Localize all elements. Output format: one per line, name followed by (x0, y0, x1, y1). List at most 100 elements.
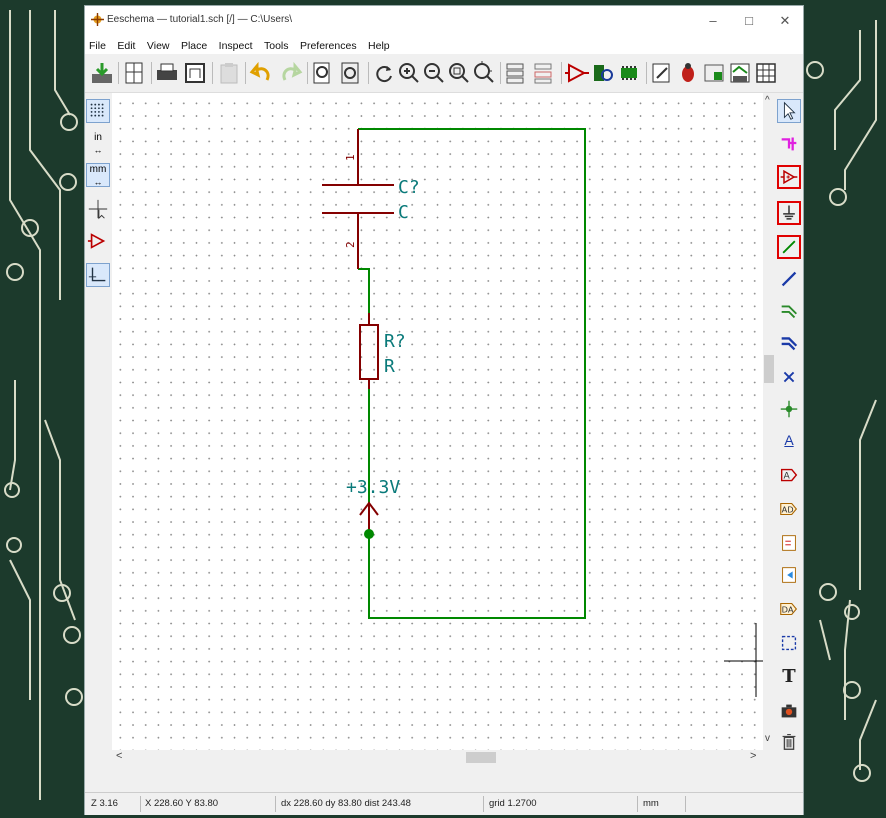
paste-icon[interactable] (216, 60, 242, 86)
window-title: Eeschema — tutorial1.sch [/] — C:\Users\ (107, 14, 293, 25)
wire-cap-res[interactable] (358, 268, 370, 323)
resistor-reference[interactable]: R? (384, 331, 406, 352)
undo-icon[interactable] (249, 60, 275, 86)
capacitor-pin2-number: 2 (344, 241, 357, 248)
add-symbol-icon[interactable] (777, 165, 801, 189)
menu-help[interactable]: Help (368, 37, 390, 55)
import-sheet-pin-icon[interactable] (777, 563, 801, 587)
power-label[interactable]: +3.3V (346, 477, 400, 498)
scroll-left-arrow[interactable]: < (116, 750, 122, 762)
power-symbol[interactable] (359, 501, 379, 533)
menu-tools[interactable]: Tools (264, 37, 289, 55)
no-connect-icon[interactable] (777, 365, 801, 389)
erc-icon[interactable] (675, 60, 701, 86)
zoom-out-icon[interactable] (421, 60, 447, 86)
main-toolbar (85, 54, 803, 93)
highlight-net-icon[interactable] (777, 131, 801, 155)
add-hierarchical-label-icon[interactable]: AD (777, 497, 801, 521)
generate-netlist-icon[interactable] (727, 60, 753, 86)
left-toolbar: in ↔ mm ↔ (85, 93, 111, 783)
capacitor-value[interactable]: C (398, 202, 409, 223)
cursor-shape-icon[interactable] (86, 197, 110, 221)
menu-preferences[interactable]: Preferences (300, 37, 357, 55)
units-mm-button[interactable]: mm ↔ (86, 163, 110, 187)
schematic-drawing: 1 2 C? C R? R +3.3V (322, 128, 763, 697)
add-junction-icon[interactable] (777, 397, 801, 421)
right-toolbar: A A AD DA T (775, 93, 803, 783)
add-bus-icon[interactable] (777, 267, 801, 291)
scroll-right-arrow[interactable]: > (750, 750, 756, 762)
add-text-icon[interactable]: T (777, 665, 801, 689)
print-icon[interactable] (154, 60, 180, 86)
eeschema-window: Eeschema — tutorial1.sch [/] — C:\Users\… (84, 5, 804, 815)
symbol-editor-icon[interactable] (564, 60, 590, 86)
refresh-icon[interactable] (371, 60, 397, 86)
resistor-symbol[interactable] (359, 313, 379, 389)
footprint-editor-icon[interactable] (616, 60, 642, 86)
capacitor-symbol[interactable] (322, 129, 394, 269)
scroll-down-arrow[interactable]: v (765, 733, 770, 744)
menu-inspect[interactable]: Inspect (219, 37, 253, 55)
grid-toggle-icon[interactable] (86, 99, 110, 123)
menu-edit[interactable]: Edit (117, 37, 135, 55)
scroll-up-arrow[interactable]: ^ (765, 95, 770, 106)
zoom-in-icon[interactable] (396, 60, 422, 86)
add-image-icon[interactable] (777, 699, 801, 723)
menu-file[interactable]: File (89, 37, 106, 55)
minimize-button[interactable]: – (697, 10, 729, 32)
capacitor-pin1-number: 1 (344, 154, 357, 161)
capacitor-reference[interactable]: C? (398, 177, 420, 198)
svg-text:A: A (784, 471, 791, 482)
units-inches-label: in (94, 132, 102, 143)
add-graphic-line-icon[interactable] (777, 631, 801, 655)
vertical-scroll-thumb[interactable] (764, 355, 774, 383)
bus-to-bus-entry-icon[interactable] (777, 331, 801, 355)
select-arrow-icon[interactable] (777, 99, 801, 123)
redo-icon[interactable] (277, 60, 303, 86)
horizontal-scroll-thumb[interactable] (466, 752, 496, 763)
leave-sheet-icon[interactable] (531, 60, 557, 86)
zoom-selection-icon[interactable] (471, 60, 497, 86)
find-icon[interactable] (310, 60, 336, 86)
assign-footprints-icon[interactable] (701, 60, 727, 86)
find-replace-icon[interactable] (338, 60, 364, 86)
svg-text:AD: AD (782, 505, 794, 515)
units-mm-label: mm (89, 164, 107, 175)
menu-place[interactable]: Place (181, 37, 207, 55)
wire-to-bus-entry-icon[interactable] (777, 299, 801, 323)
schematic-canvas[interactable]: 1 2 C? C R? R +3.3V (112, 93, 763, 750)
delete-trash-icon[interactable] (777, 729, 801, 753)
hidden-pins-icon[interactable] (86, 229, 110, 253)
maximize-button[interactable]: □ (733, 10, 765, 32)
vertical-scrollbar[interactable]: ^ v (763, 93, 775, 750)
add-wire-icon[interactable] (777, 235, 801, 259)
eeschema-app-icon (91, 13, 104, 26)
status-bar: Z 3.16 X 228.60 Y 83.80 dx 228.60 dy 83.… (85, 792, 803, 815)
hierarchy-navigator-icon[interactable] (503, 60, 529, 86)
plot-icon[interactable] (182, 60, 208, 86)
close-button[interactable]: ✕ (769, 10, 801, 32)
status-cursor-position: X 228.60 Y 83.80 (145, 798, 219, 809)
add-label-icon[interactable]: A (777, 429, 801, 453)
add-sheet-pin-icon[interactable]: DA (777, 597, 801, 621)
title-bar: Eeschema — tutorial1.sch [/] — C:\Users\… (85, 6, 803, 36)
add-power-icon[interactable] (777, 201, 801, 225)
bom-icon[interactable] (753, 60, 779, 86)
zoom-fit-icon[interactable] (446, 60, 472, 86)
symbol-browser-icon[interactable] (590, 60, 616, 86)
line-angle-icon[interactable] (86, 263, 110, 287)
cursor-crosshair (724, 623, 763, 697)
units-inches-button[interactable]: in ↔ (86, 131, 110, 155)
status-delta: dx 228.60 dy 83.80 dist 243.48 (281, 798, 411, 809)
junction-dot (364, 529, 374, 539)
save-icon[interactable] (89, 60, 115, 86)
page-settings-icon[interactable] (122, 60, 148, 86)
add-hierarchical-sheet-icon[interactable] (777, 531, 801, 555)
annotate-icon[interactable] (649, 60, 675, 86)
menu-view[interactable]: View (147, 37, 170, 55)
resistor-value[interactable]: R (384, 356, 395, 377)
svg-text:DA: DA (782, 605, 794, 615)
add-global-label-icon[interactable]: A (777, 463, 801, 487)
status-units: mm (643, 798, 659, 809)
horizontal-scrollbar[interactable]: < > (112, 750, 763, 764)
